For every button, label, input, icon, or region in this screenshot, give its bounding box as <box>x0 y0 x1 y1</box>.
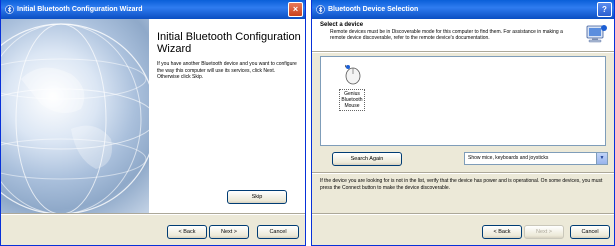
info-divider <box>312 172 614 174</box>
next-button-label: Next > <box>535 229 553 235</box>
device-selection-titlebar[interactable]: Bluetooth Device Selection ? <box>312 0 614 19</box>
wizard-titlebar[interactable]: Initial Bluetooth Configuration Wizard × <box>1 0 305 19</box>
device-label-line: Mouse <box>344 103 360 109</box>
next-button-label: Next > <box>220 229 238 235</box>
device-selection-title: Bluetooth Device Selection <box>328 6 419 13</box>
device-filter-value: Show mice, keyboards and joysticks <box>468 155 549 161</box>
cancel-button[interactable]: Cancel <box>570 225 610 239</box>
wizard-window: Initial Bluetooth Configuration Wizard ×… <box>0 0 306 246</box>
list-item[interactable]: Genius Bluetooth Mouse <box>339 63 365 111</box>
header-title: Select a device <box>320 22 364 28</box>
dialog-header: Select a device Remote devices must be i… <box>312 19 614 51</box>
computer-icon <box>586 25 607 43</box>
wizard-heading: Initial Bluetooth Configuration Wizard <box>157 31 301 55</box>
device-label: Genius Bluetooth Mouse <box>339 89 365 111</box>
search-again-label: Search Again <box>350 156 384 162</box>
back-button[interactable]: < Back <box>482 225 522 239</box>
cancel-button-label: Cancel <box>581 229 599 235</box>
skip-button-label: Skip <box>251 194 263 200</box>
info-text: If the device you are looking for is not… <box>320 178 603 191</box>
bluetooth-icon <box>316 5 325 14</box>
footer-divider <box>312 213 614 215</box>
help-button[interactable]: ? <box>597 2 612 17</box>
device-list[interactable]: Genius Bluetooth Mouse <box>320 56 606 146</box>
skip-button[interactable]: Skip <box>227 190 287 204</box>
divider <box>1 213 305 215</box>
header-description: Remote devices must be in Discoverable m… <box>330 29 563 41</box>
globe-illustration <box>1 19 149 213</box>
next-button[interactable]: Next > <box>209 225 249 239</box>
next-button[interactable]: Next > <box>524 225 564 239</box>
back-button[interactable]: < Back <box>167 225 207 239</box>
wizard-title: Initial Bluetooth Configuration Wizard <box>17 6 143 13</box>
device-filter-select[interactable]: Show mice, keyboards and joysticks ▼ <box>464 152 608 165</box>
close-button[interactable]: × <box>288 2 303 17</box>
back-button-label: < Back <box>178 229 196 235</box>
back-button-label: < Back <box>493 229 511 235</box>
header-divider <box>312 51 614 53</box>
wizard-description: If you have another Bluetooth device and… <box>157 61 297 80</box>
bluetooth-icon <box>5 5 14 14</box>
wizard-body: Initial Bluetooth Configuration Wizard I… <box>1 19 305 213</box>
cancel-button-label: Cancel <box>269 229 287 235</box>
device-selection-window: Bluetooth Device Selection ? Select a de… <box>311 0 615 246</box>
mouse-icon <box>344 64 361 85</box>
search-again-button[interactable]: Search Again <box>332 152 402 166</box>
chevron-down-icon[interactable]: ▼ <box>596 153 607 164</box>
cancel-button[interactable]: Cancel <box>257 225 299 239</box>
